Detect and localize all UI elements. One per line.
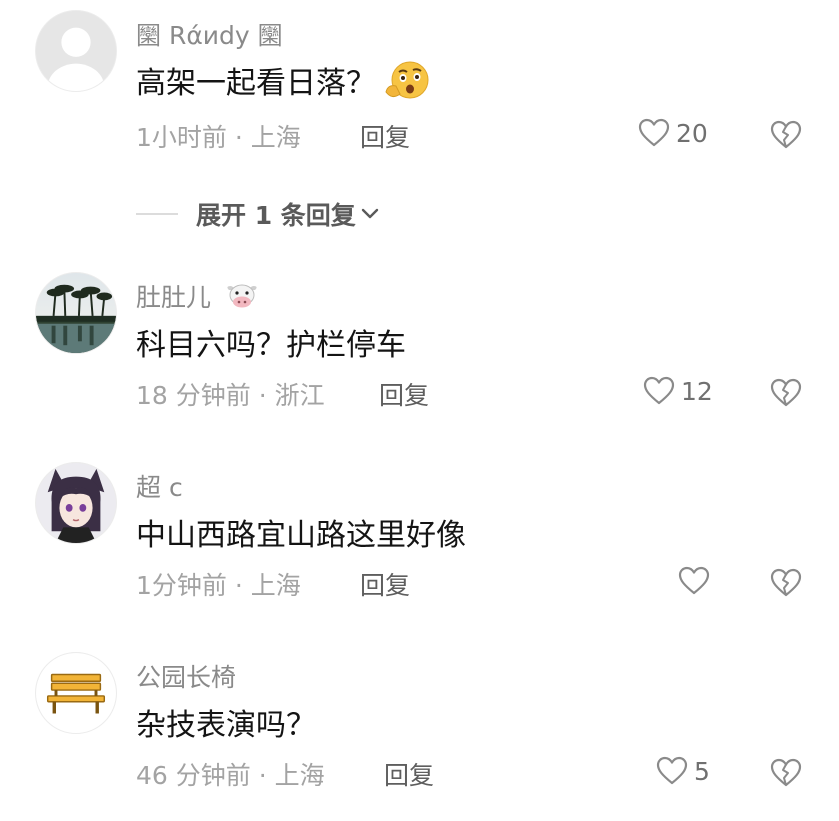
broken-heart-icon <box>770 378 802 407</box>
cow-face-emoji-icon <box>225 282 259 316</box>
reply-button[interactable]: 回复 <box>379 376 429 412</box>
avatar[interactable] <box>35 462 117 544</box>
avatar[interactable] <box>35 652 117 734</box>
dislike-button[interactable] <box>770 120 802 150</box>
reply-button[interactable]: 回复 <box>360 566 410 602</box>
like-button[interactable]: 20 <box>638 118 708 148</box>
heart-outline-icon <box>656 756 688 785</box>
broken-heart-icon <box>770 120 802 149</box>
anime-character-avatar-icon <box>36 463 116 543</box>
default-avatar-icon <box>36 11 116 91</box>
comment-time-location: 1小时前 · 上海 <box>136 123 301 152</box>
like-button[interactable] <box>678 566 716 596</box>
like-button[interactable]: 5 <box>656 756 710 786</box>
comment-text: 高架一起看日落？ <box>136 58 430 110</box>
like-count: 5 <box>694 756 710 786</box>
comment-text: 中山西路宜山路这里好像 <box>136 518 466 553</box>
like-button[interactable]: 12 <box>643 376 713 406</box>
comment-time-location: 46 分钟前 · 上海 <box>136 761 325 790</box>
username[interactable]: 公园长椅 <box>136 658 236 694</box>
avatar[interactable] <box>35 272 117 354</box>
comment-text: 杂技表演吗？ <box>136 708 316 743</box>
comment-text: 科目六吗？护栏停车 <box>136 328 406 363</box>
heart-outline-icon <box>678 566 710 595</box>
thinking-face-emoji-icon <box>382 60 430 110</box>
like-count: 20 <box>676 118 708 148</box>
avatar[interactable] <box>35 10 117 92</box>
heart-outline-icon <box>643 376 675 405</box>
username[interactable]: 超 c <box>136 468 183 504</box>
dislike-button[interactable] <box>770 378 802 408</box>
broken-heart-icon <box>770 758 802 787</box>
expand-replies-label: 展开 1 条回复 <box>196 201 356 230</box>
reply-button[interactable]: 回复 <box>360 118 410 154</box>
park-bench-avatar-icon <box>36 653 116 733</box>
divider-line <box>136 213 178 215</box>
expand-replies-button[interactable]: 展开 1 条回复 <box>136 196 380 232</box>
dislike-button[interactable] <box>770 758 802 788</box>
username-text: 肚肚儿 <box>136 283 212 312</box>
chevron-down-icon <box>361 208 379 219</box>
dislike-button[interactable] <box>770 568 802 598</box>
reply-button[interactable]: 回复 <box>384 756 434 792</box>
heart-outline-icon <box>638 118 670 147</box>
comment-time-location: 1分钟前 · 上海 <box>136 571 301 600</box>
comment-time-location: 18 分钟前 · 浙江 <box>136 381 325 410</box>
palm-trees-avatar-icon <box>36 273 116 353</box>
comment-text-content: 高架一起看日落？ <box>136 66 376 101</box>
like-count: 12 <box>681 376 713 406</box>
broken-heart-icon <box>770 568 802 597</box>
username[interactable]: 肚肚儿 <box>136 278 259 316</box>
username[interactable]: 圞 Rάиdy 圞 <box>136 16 283 52</box>
